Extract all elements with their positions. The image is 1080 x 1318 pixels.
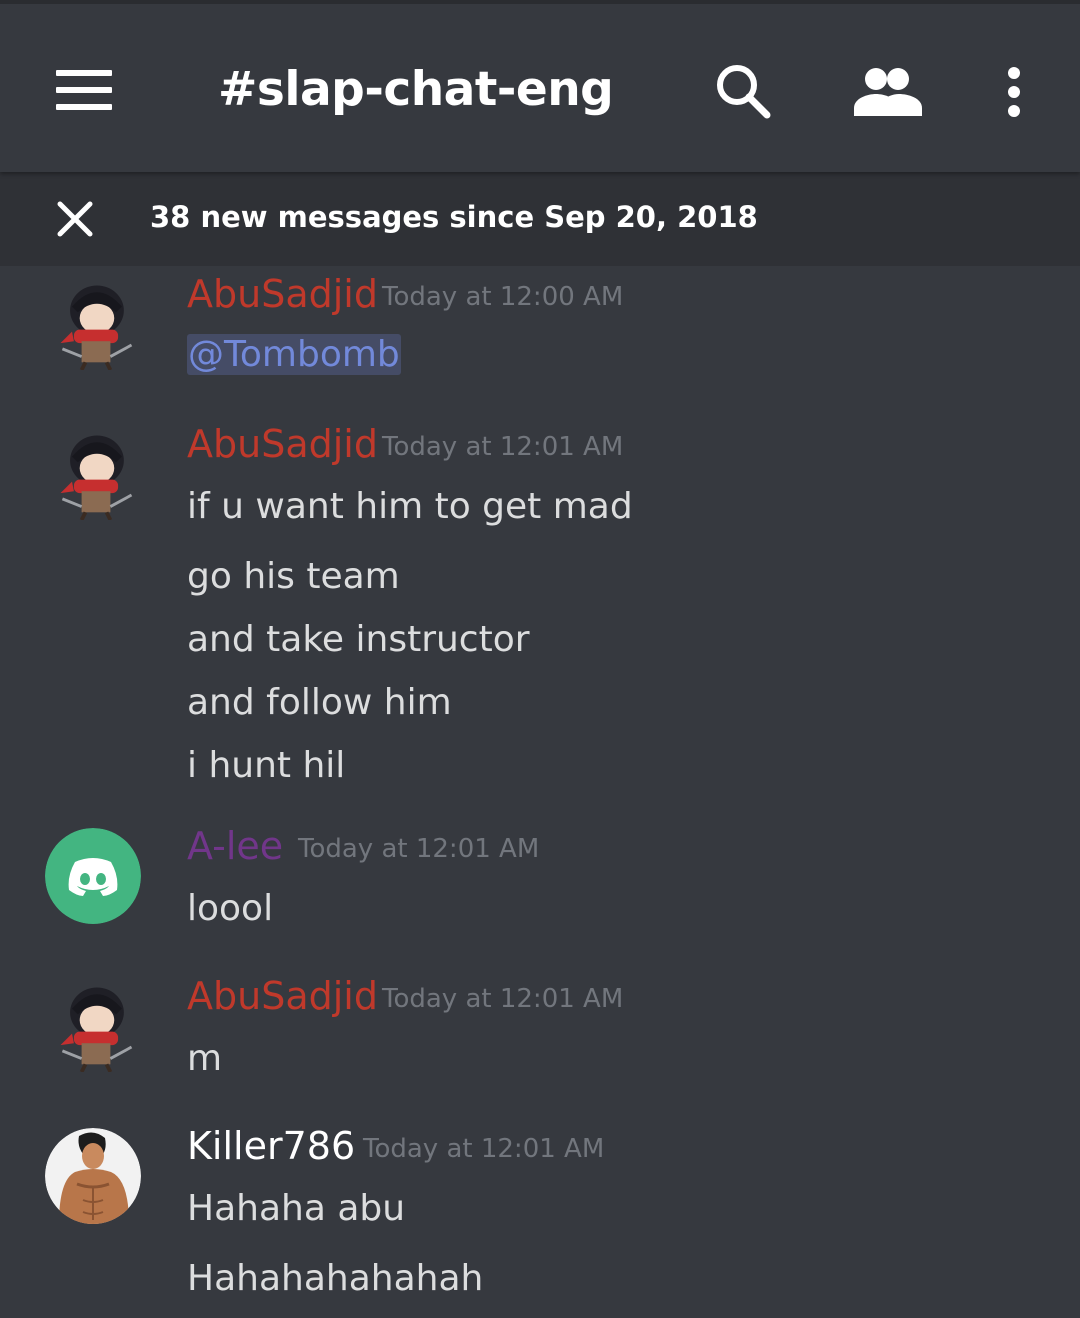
message-author[interactable]: Killer786 [187,1124,355,1168]
message-content: loool [187,888,274,929]
message-timestamp: Today at 12:01 AM [298,834,540,864]
message-author[interactable]: AbuSadjid [187,974,378,1018]
channel-title: #slap-chat-eng [218,62,614,117]
message-timestamp: Today at 12:01 AM [382,984,624,1014]
avatar[interactable] [48,274,144,370]
message-content: @Tombomb [187,334,401,375]
more-vertical-icon[interactable] [1003,66,1025,118]
message-content: if u want him to get mad [187,486,633,527]
avatar[interactable] [48,976,144,1072]
message-author[interactable]: AbuSadjid [187,272,378,316]
message-author[interactable]: A-lee [187,824,283,868]
avatar[interactable] [48,424,144,520]
avatar[interactable] [45,828,141,924]
user-mention[interactable]: @Tombomb [187,334,401,375]
message-timestamp: Today at 12:01 AM [382,432,624,462]
channel-header: #slap-chat-eng [0,0,1080,172]
message-content: i hunt hil [187,745,346,786]
hamburger-menu-icon[interactable] [56,70,112,110]
message-content: and take instructor [187,619,530,660]
message-content: and follow him [187,682,452,723]
close-icon[interactable] [56,200,94,238]
message-content: Hahaha abu [187,1188,406,1229]
message-content: m [187,1038,223,1079]
message-author[interactable]: AbuSadjid [187,422,378,466]
new-messages-text[interactable]: 38 new messages since Sep 20, 2018 [150,200,758,234]
message-content: go his team [187,556,400,597]
search-icon[interactable] [714,62,772,120]
members-icon[interactable] [852,66,924,116]
message-timestamp: Today at 12:01 AM [363,1134,605,1164]
message-timestamp: Today at 12:00 AM [382,282,624,312]
message-content: Hahahahahahah [187,1258,484,1299]
avatar[interactable] [45,1128,141,1224]
